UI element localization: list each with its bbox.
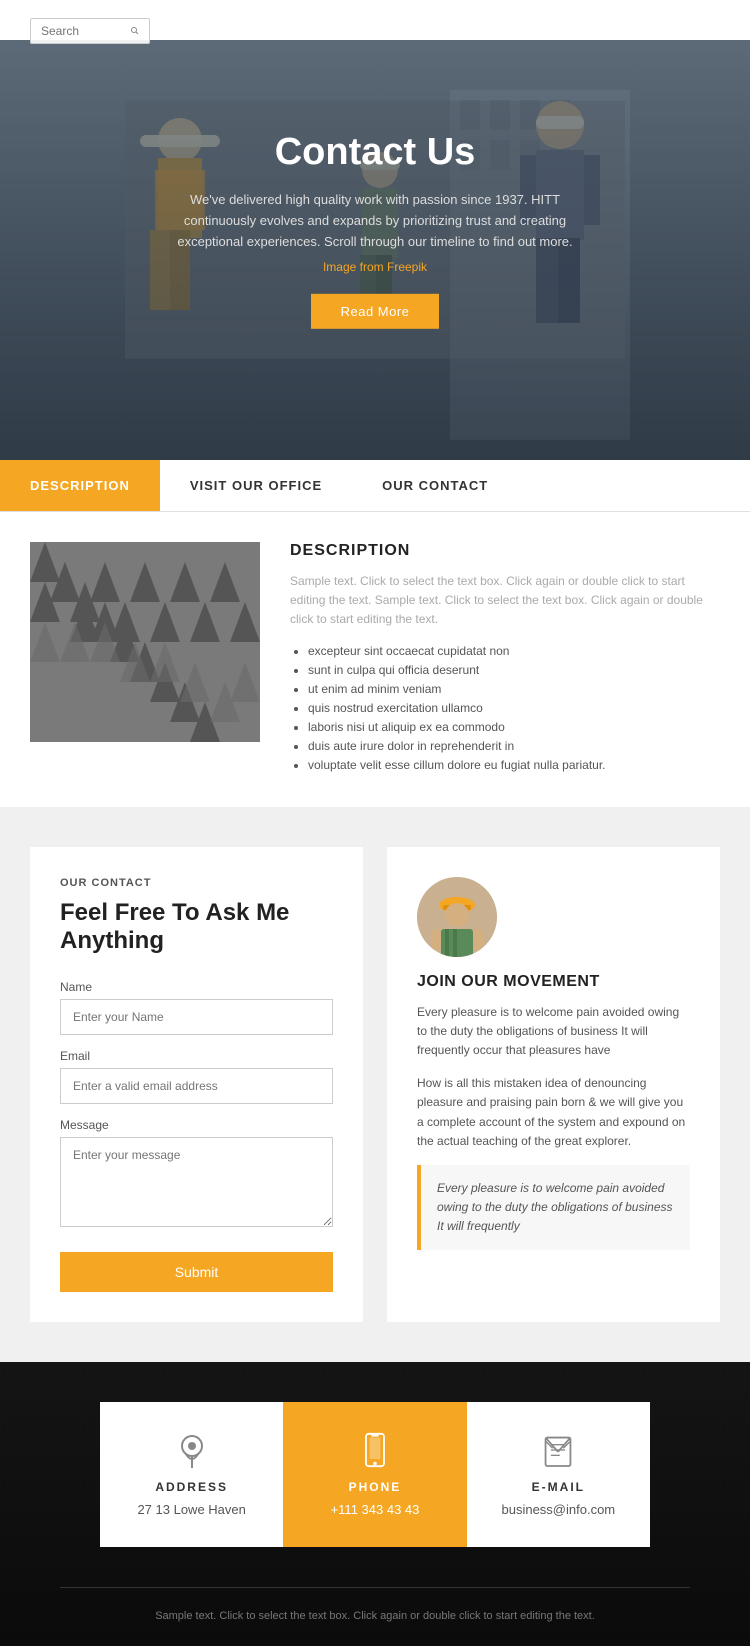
nav-home[interactable]: HOME bbox=[510, 24, 551, 39]
address-card: ADDRESS 27 13 Lowe Haven bbox=[100, 1402, 283, 1547]
hero-content: Contact Us We've delivered high quality … bbox=[125, 101, 625, 359]
email-label: Email bbox=[60, 1049, 333, 1063]
message-label: Message bbox=[60, 1118, 333, 1132]
hero-title: Contact Us bbox=[165, 131, 585, 174]
email-icon bbox=[542, 1432, 574, 1468]
hero-section: Contact Us We've delivered high quality … bbox=[0, 0, 750, 460]
submit-button[interactable]: Submit bbox=[60, 1252, 333, 1292]
footer-bottom: Sample text. Click to select the text bo… bbox=[60, 1587, 690, 1646]
footer-bottom-text: Sample text. Click to select the text bo… bbox=[80, 1608, 670, 1626]
join-text-1: Every pleasure is to welcome pain avoide… bbox=[417, 1003, 690, 1061]
worker-avatar-svg bbox=[417, 877, 497, 957]
list-item: ut enim ad minim veniam bbox=[308, 682, 720, 696]
email-card: E-MAIL business@info.com bbox=[467, 1402, 650, 1547]
contact-section: OUR CONTACT Feel Free To Ask Me Anything… bbox=[0, 807, 750, 1363]
join-movement-card: JOIN OUR MOVEMENT Every pleasure is to w… bbox=[387, 847, 720, 1323]
tab-description[interactable]: DESCRIPTION bbox=[0, 460, 160, 511]
search-input[interactable] bbox=[41, 24, 131, 38]
list-item: quis nostrud exercitation ullamco bbox=[308, 701, 720, 715]
desc-title: DESCRIPTION bbox=[290, 542, 720, 560]
tab-visit-office[interactable]: VISIT OUR OFFICE bbox=[160, 460, 352, 511]
location-icon bbox=[176, 1432, 208, 1468]
contact-tag: OUR CONTACT bbox=[60, 877, 333, 889]
avatar bbox=[417, 877, 497, 957]
tab-our-contact[interactable]: OUR CONTACT bbox=[352, 460, 518, 511]
tabs-bar: DESCRIPTION VISIT OUR OFFICE OUR CONTACT bbox=[0, 460, 750, 512]
phone-card: PHONE +111 343 43 43 bbox=[283, 1402, 466, 1547]
nav-contact[interactable]: CONTACT bbox=[655, 24, 720, 39]
nav-links: HOME ABOUT CONTACT bbox=[510, 24, 720, 39]
list-item: duis aute irure dolor in reprehenderit i… bbox=[308, 739, 720, 753]
nav-about[interactable]: ABOUT bbox=[579, 24, 626, 39]
description-text-area: DESCRIPTION Sample text. Click to select… bbox=[290, 542, 720, 777]
contact-form-card: OUR CONTACT Feel Free To Ask Me Anything… bbox=[30, 847, 363, 1323]
navbar: HOME ABOUT CONTACT bbox=[0, 0, 750, 62]
join-heading: JOIN OUR MOVEMENT bbox=[417, 973, 690, 991]
list-item: laboris nisi ut aliquip ex ea commodo bbox=[308, 720, 720, 734]
join-text-2: How is all this mistaken idea of denounc… bbox=[417, 1074, 690, 1151]
email-title: E-MAIL bbox=[487, 1480, 630, 1494]
name-field-group: Name bbox=[60, 980, 333, 1035]
phone-value: +111 343 43 43 bbox=[303, 1502, 446, 1517]
footer-cards: ADDRESS 27 13 Lowe Haven PHONE +111 343 … bbox=[0, 1362, 750, 1587]
address-title: ADDRESS bbox=[120, 1480, 263, 1494]
message-field-group: Message bbox=[60, 1118, 333, 1232]
hero-subtitle: We've delivered high quality work with p… bbox=[165, 190, 585, 252]
list-item: voluptate velit esse cillum dolore eu fu… bbox=[308, 758, 720, 772]
footer: ADDRESS 27 13 Lowe Haven PHONE +111 343 … bbox=[0, 1362, 750, 1646]
phone-title: PHONE bbox=[303, 1480, 446, 1494]
email-input[interactable] bbox=[60, 1068, 333, 1104]
email-field-group: Email bbox=[60, 1049, 333, 1104]
contact-heading: Feel Free To Ask Me Anything bbox=[60, 899, 333, 957]
quote-text: Every pleasure is to welcome pain avoide… bbox=[437, 1179, 674, 1237]
desc-intro: Sample text. Click to select the text bo… bbox=[290, 572, 720, 630]
email-value: business@info.com bbox=[487, 1502, 630, 1517]
hero-credit: Image from Freepik bbox=[165, 260, 585, 274]
quote-block: Every pleasure is to welcome pain avoide… bbox=[417, 1165, 690, 1251]
read-more-button[interactable]: Read More bbox=[311, 294, 440, 329]
name-input[interactable] bbox=[60, 999, 333, 1035]
address-value: 27 13 Lowe Haven bbox=[120, 1502, 263, 1517]
list-item: excepteur sint occaecat cupidatat non bbox=[308, 644, 720, 658]
search-icon bbox=[131, 25, 139, 37]
tabs-section: DESCRIPTION VISIT OUR OFFICE OUR CONTACT bbox=[0, 460, 750, 807]
search-box[interactable] bbox=[30, 18, 150, 44]
phone-icon bbox=[361, 1432, 389, 1468]
description-content: DESCRIPTION Sample text. Click to select… bbox=[0, 512, 750, 807]
arch-image-svg bbox=[30, 542, 260, 742]
name-label: Name bbox=[60, 980, 333, 994]
desc-list: excepteur sint occaecat cupidatat non su… bbox=[290, 644, 720, 772]
message-textarea[interactable] bbox=[60, 1137, 333, 1227]
list-item: sunt in culpa qui officia deserunt bbox=[308, 663, 720, 677]
description-image bbox=[30, 542, 260, 742]
